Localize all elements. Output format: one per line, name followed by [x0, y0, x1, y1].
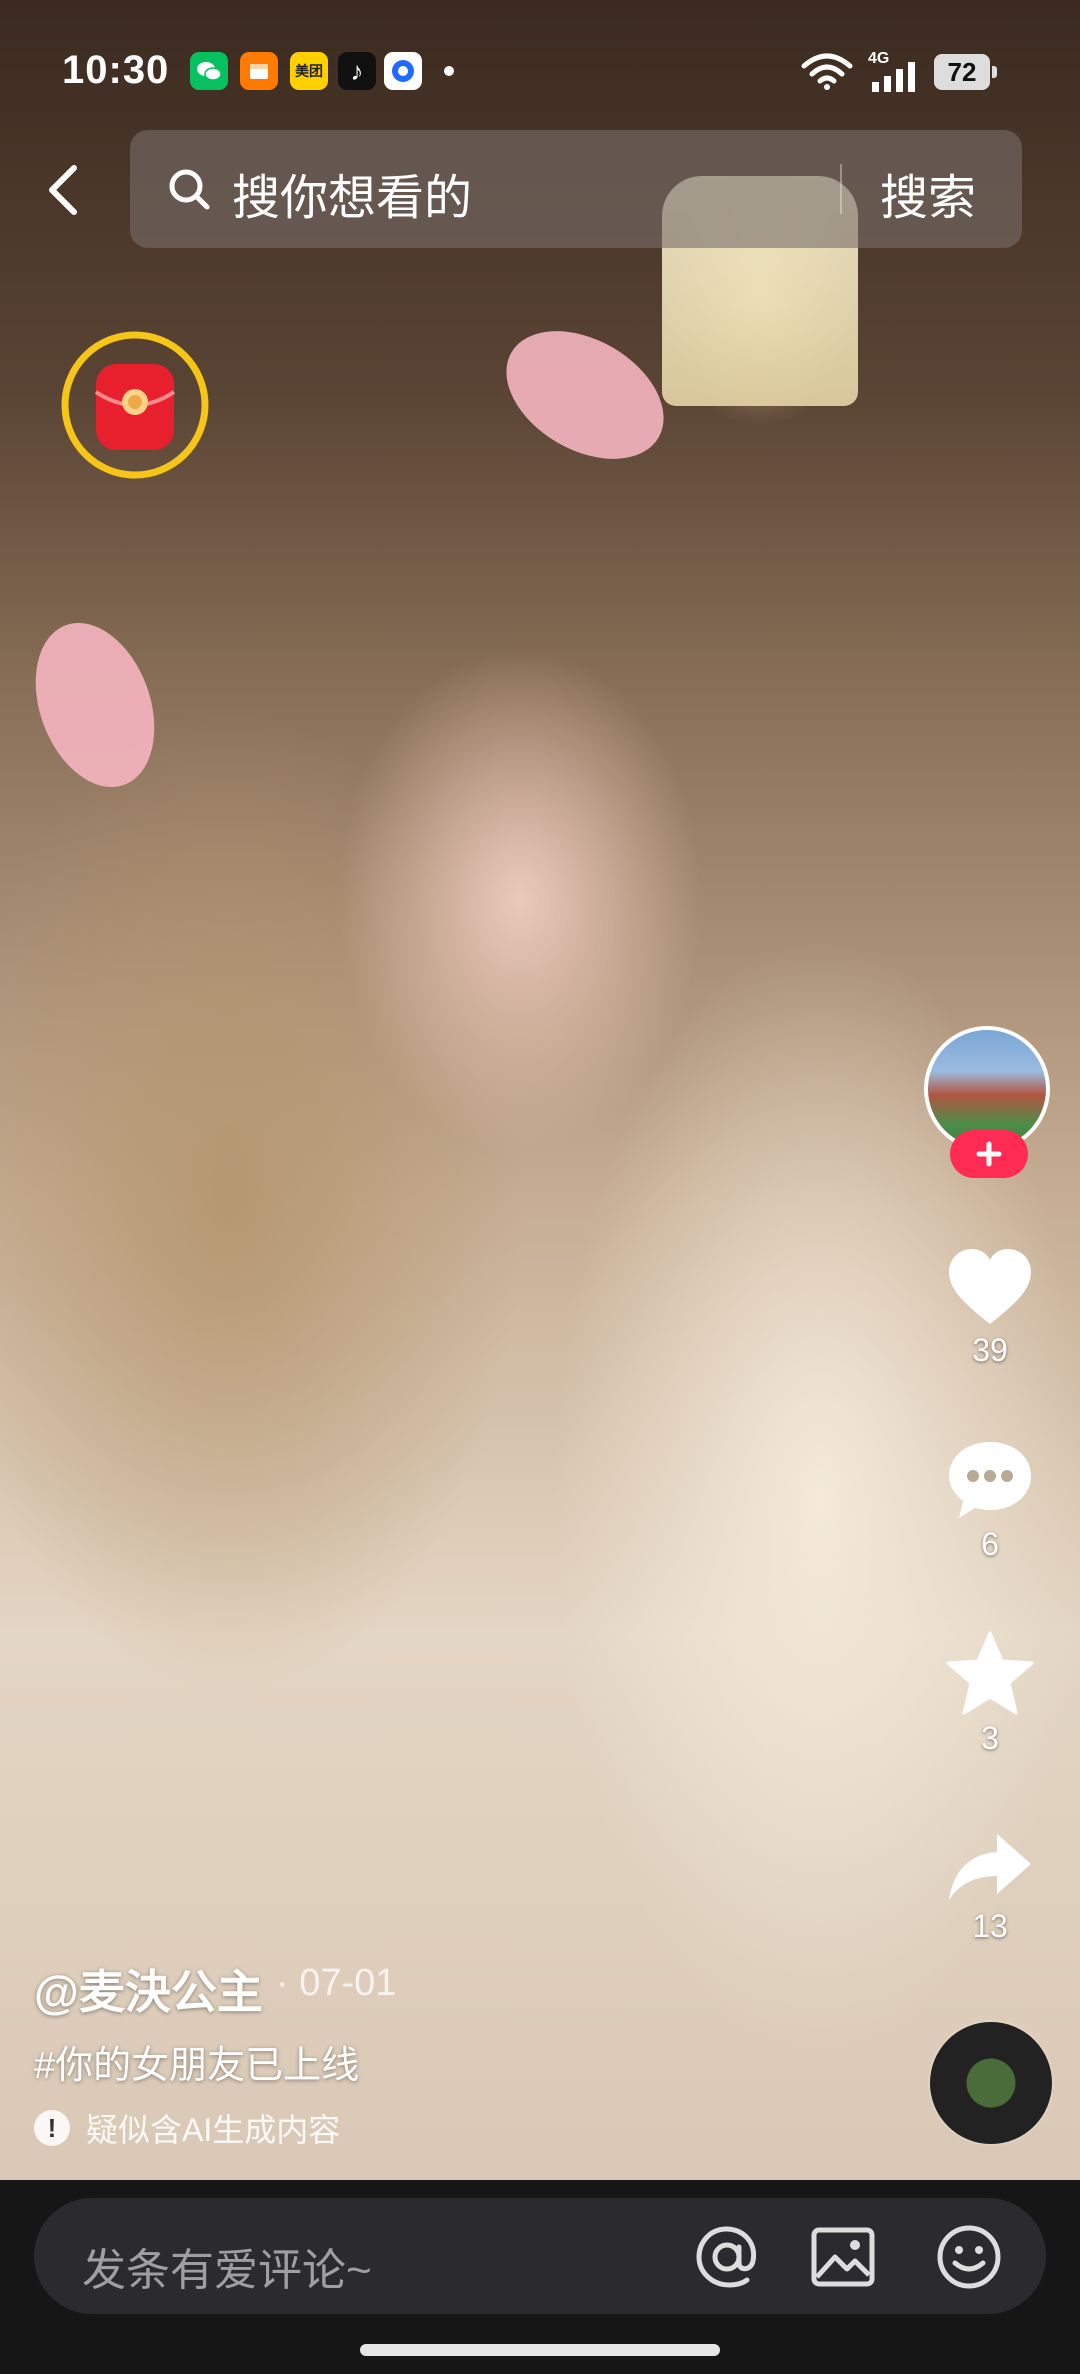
favorite-count: 3	[981, 1720, 999, 1756]
comment-input[interactable]: 发条有爱评论~	[82, 2234, 372, 2298]
browser-icon	[384, 52, 422, 90]
status-time: 10:30	[62, 48, 170, 92]
more-notifications-dot	[444, 66, 454, 76]
tiktok-glyph: ♪	[350, 55, 364, 86]
hair-bow-right	[483, 304, 687, 486]
comment-input-bar[interactable]: 发条有爱评论~	[34, 2198, 1046, 2314]
comment-count: 6	[981, 1526, 999, 1562]
ai-note-text: 疑似含AI生成内容	[86, 2112, 341, 2148]
emoji-button[interactable]	[934, 2222, 1004, 2292]
hair-bow-left	[14, 606, 176, 804]
wechat-icon	[190, 52, 228, 90]
search-icon	[169, 169, 210, 210]
back-button[interactable]	[34, 150, 90, 230]
comment-button[interactable]: 6	[930, 1438, 1050, 1563]
meituan-icon: 美团	[290, 52, 328, 90]
heart-icon	[949, 1249, 1031, 1324]
image-icon	[811, 2227, 875, 2287]
meituan-label: 美团	[295, 63, 323, 79]
like-count: 39	[972, 1332, 1008, 1368]
wifi-icon	[801, 53, 853, 90]
calendar-app-icon	[240, 52, 278, 90]
search-input[interactable]: 搜你想看的	[232, 158, 472, 228]
battery-indicator: 72	[934, 54, 997, 90]
home-indicator[interactable]	[360, 2344, 720, 2356]
author-name[interactable]: @麦決公主	[34, 1956, 263, 2022]
at-sign-icon	[696, 2226, 757, 2288]
search-divider	[840, 164, 842, 214]
exclamation-icon: !	[34, 2110, 70, 2146]
search-button[interactable]: 搜索	[880, 158, 976, 228]
image-button[interactable]	[808, 2222, 878, 2292]
share-button[interactable]: 13	[930, 1830, 1050, 1945]
video-frame[interactable]	[0, 0, 1080, 2180]
red-packet-widget[interactable]	[60, 330, 210, 480]
share-arrow-icon	[949, 1834, 1031, 1900]
follow-button[interactable]	[950, 1130, 1028, 1178]
share-count: 13	[972, 1908, 1008, 1944]
post-date: · 07-01	[276, 1962, 397, 2004]
bottom-bar: 发条有爱评论~	[0, 2180, 1080, 2374]
post-caption[interactable]: #你的女朋友已上线	[34, 2034, 359, 2089]
chevron-left-icon	[49, 165, 77, 215]
plus-icon	[976, 1141, 1002, 1167]
comment-bubble-icon	[949, 1442, 1031, 1518]
music-disc[interactable]	[930, 2022, 1052, 2144]
status-bar: 10:30 美团 ♪ 4G 72	[0, 0, 1080, 142]
ai-content-notice: ! 疑似含AI生成内容	[34, 2104, 340, 2152]
mention-button[interactable]	[692, 2222, 762, 2292]
signal-bars-icon	[872, 62, 915, 92]
like-button[interactable]: 39	[930, 1246, 1050, 1369]
red-envelope-icon	[61, 331, 209, 479]
cellular-signal: 4G	[864, 50, 924, 92]
star-icon	[946, 1631, 1034, 1715]
smiley-icon	[937, 2225, 1001, 2289]
search-bar[interactable]: 搜你想看的 搜索	[130, 130, 1022, 248]
tiktok-icon: ♪	[338, 52, 376, 90]
favorite-button[interactable]: 3	[930, 1630, 1050, 1757]
